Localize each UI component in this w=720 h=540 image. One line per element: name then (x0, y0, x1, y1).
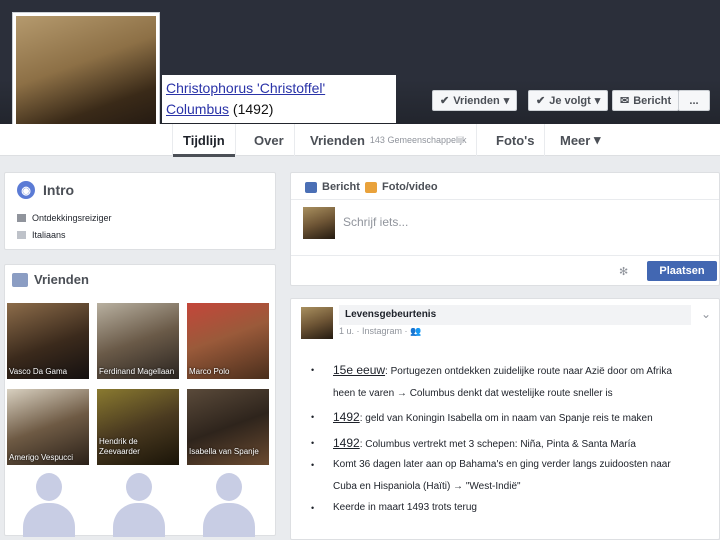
friend-tile[interactable]: Hendrik de Zeevaarder (97, 389, 179, 465)
tab-timeline[interactable]: Tijdlijn (172, 124, 236, 157)
caret-down-icon: ▾ (594, 95, 601, 107)
more-options-button[interactable]: ... (678, 90, 710, 111)
composer-tab-post-label: Bericht (322, 181, 360, 193)
caret-down-icon: ▾ (503, 95, 510, 107)
caret-down-icon: ▾ (593, 132, 601, 147)
friends-button[interactable]: ✔ Vrienden ▾ (432, 90, 518, 111)
chevron-down-icon[interactable]: ⌄ (701, 307, 711, 321)
friend-name: Hendrik de Zeevaarder (99, 437, 140, 456)
event-bullet: • 1492: Columbus vertrekt met 3 schepen:… (311, 432, 709, 454)
friends-button-label: Vrienden (453, 94, 500, 107)
profile-nav: Tijdlijn Over Vrienden 143 Gemeenschappel… (0, 124, 720, 157)
bullet-lead: 1492 (333, 436, 360, 450)
photo-icon (365, 181, 377, 193)
divider (291, 255, 719, 256)
following-button-label: Je volgt (549, 94, 591, 107)
avatar (301, 307, 333, 339)
post-meta: 1 u. · Instagram · 👥 (339, 326, 421, 337)
tab-friends-label: Vrienden (310, 132, 365, 148)
friend-tile[interactable]: Marco Polo (187, 303, 269, 379)
profile-name: Christophorus 'Christoffel' Columbus (14… (162, 75, 396, 123)
bullet-text: : geld van Koningin Isabella om in naam … (359, 413, 653, 424)
post-composer: Bericht Foto/video Schrijf iets... ✻ Pla… (290, 172, 720, 286)
intro-occupation: Ontdekkingsreiziger (32, 213, 112, 223)
bullet-dot: • (311, 365, 315, 375)
intro-nationality: Italiaans (32, 230, 66, 240)
intro-card: ◉ Intro Ontdekkingsreiziger Italiaans (4, 172, 276, 250)
avatar (303, 207, 335, 239)
bullet-dot: • (311, 412, 315, 422)
friend-placeholder-avatar (19, 473, 79, 537)
message-icon: ✉ (620, 95, 630, 107)
check-icon: ✔ (440, 95, 450, 107)
profile-year: (1492) (232, 101, 274, 117)
friends-audience-icon: 👥 (410, 326, 422, 336)
post-title: Levensgebeurtenis (339, 305, 691, 325)
bullet-text-cont: Cuba en Hispaniola (Haïti) → "West-Indië… (333, 481, 521, 492)
settings-icon[interactable]: ✻ (619, 265, 628, 278)
life-event-post: Levensgebeurtenis 1 u. · Instagram · 👥 ⌄… (290, 298, 720, 540)
composer-tab-photo[interactable]: Foto/video (365, 181, 438, 193)
event-bullet: • 1492: geld van Koningin Isabella om in… (311, 406, 709, 428)
friend-tile[interactable]: Vasco Da Gama (7, 303, 89, 379)
check-icon: ✔ (536, 95, 546, 107)
friends-title: Vrienden (34, 272, 89, 287)
publish-button[interactable]: Plaatsen (647, 261, 717, 281)
tab-friends[interactable]: Vrienden 143 Gemeenschappelijk (300, 124, 478, 156)
pencil-icon (305, 181, 317, 193)
bullet-dot: • (311, 438, 315, 448)
divider (291, 199, 719, 200)
friend-tile[interactable]: Isabella van Spanje (187, 389, 269, 465)
friend-name: Marco Polo (189, 367, 230, 376)
friends-card: Vrienden Vasco Da Gama Ferdinand Magella… (4, 264, 276, 537)
bullet-text: : Portugezen ontdekken zuidelijke route … (385, 366, 672, 377)
friends-icon (12, 272, 28, 287)
friend-name: Isabella van Spanje (189, 447, 259, 456)
friend-tile[interactable]: Amerigo Vespucci (7, 389, 89, 465)
tab-about[interactable]: Over (244, 124, 295, 156)
tab-friends-count: 143 Gemeenschappelijk (369, 135, 467, 145)
friend-tile[interactable]: Ferdinand Magellaan (97, 303, 179, 379)
home-icon (17, 231, 26, 239)
intro-row-nationality: Italiaans (17, 230, 66, 240)
composer-tab-post[interactable]: Bericht (305, 181, 360, 193)
friend-placeholder-avatar (199, 473, 259, 537)
intro-header: ◉ Intro (17, 181, 74, 199)
friend-name: Amerigo Vespucci (9, 453, 74, 462)
event-bullet: • Keerde in maart 1493 trots terug (311, 497, 709, 519)
bullet-lead: 15e eeuw (333, 363, 386, 377)
globe-icon: ◉ (17, 181, 35, 199)
following-button[interactable]: ✔ Je volgt ▾ (528, 90, 609, 111)
tab-more[interactable]: Meer ▾ (550, 124, 611, 156)
briefcase-icon (17, 214, 26, 222)
friend-placeholder-avatar (109, 473, 169, 537)
bullet-lead: 1492 (333, 410, 360, 424)
post-meta-text: 1 u. · Instagram · (339, 326, 408, 336)
friend-name: Vasco Da Gama (9, 367, 68, 376)
bullet-dot: • (311, 460, 315, 470)
event-bullet: • Komt 36 dagen later aan op Bahama's en… (311, 454, 709, 498)
more-options-label: ... (689, 94, 699, 107)
tab-photos-label: Foto's (496, 132, 535, 148)
friend-name: Ferdinand Magellaan (99, 367, 175, 376)
composer-tab-photo-label: Foto/video (382, 181, 438, 193)
bullet-dot: • (311, 503, 315, 513)
composer-input[interactable]: Schrijf iets... (343, 215, 408, 229)
bullet-text: Keerde in maart 1493 trots terug (333, 502, 477, 513)
friends-header: Vrienden (8, 269, 93, 290)
event-bullet: • 15e eeuw: Portugezen ontdekken zuideli… (311, 359, 709, 403)
bullet-text: : Columbus vertrekt met 3 schepen: Niña,… (359, 439, 636, 450)
tab-photos[interactable]: Foto's (486, 124, 546, 156)
intro-title: Intro (43, 182, 75, 198)
intro-row-occupation: Ontdekkingsreiziger (17, 213, 112, 223)
message-button-label: Bericht (633, 94, 672, 107)
bullet-text: Komt 36 dagen later aan op Bahama's en g… (333, 459, 671, 470)
profile-portrait (16, 16, 156, 140)
tab-about-label: Over (254, 132, 284, 148)
message-button[interactable]: ✉ Bericht (612, 90, 680, 111)
tab-more-label: Meer (560, 132, 591, 148)
tab-timeline-label: Tijdlijn (183, 132, 225, 148)
bullet-text-cont: heen te varen → Columbus denkt dat weste… (333, 388, 613, 399)
